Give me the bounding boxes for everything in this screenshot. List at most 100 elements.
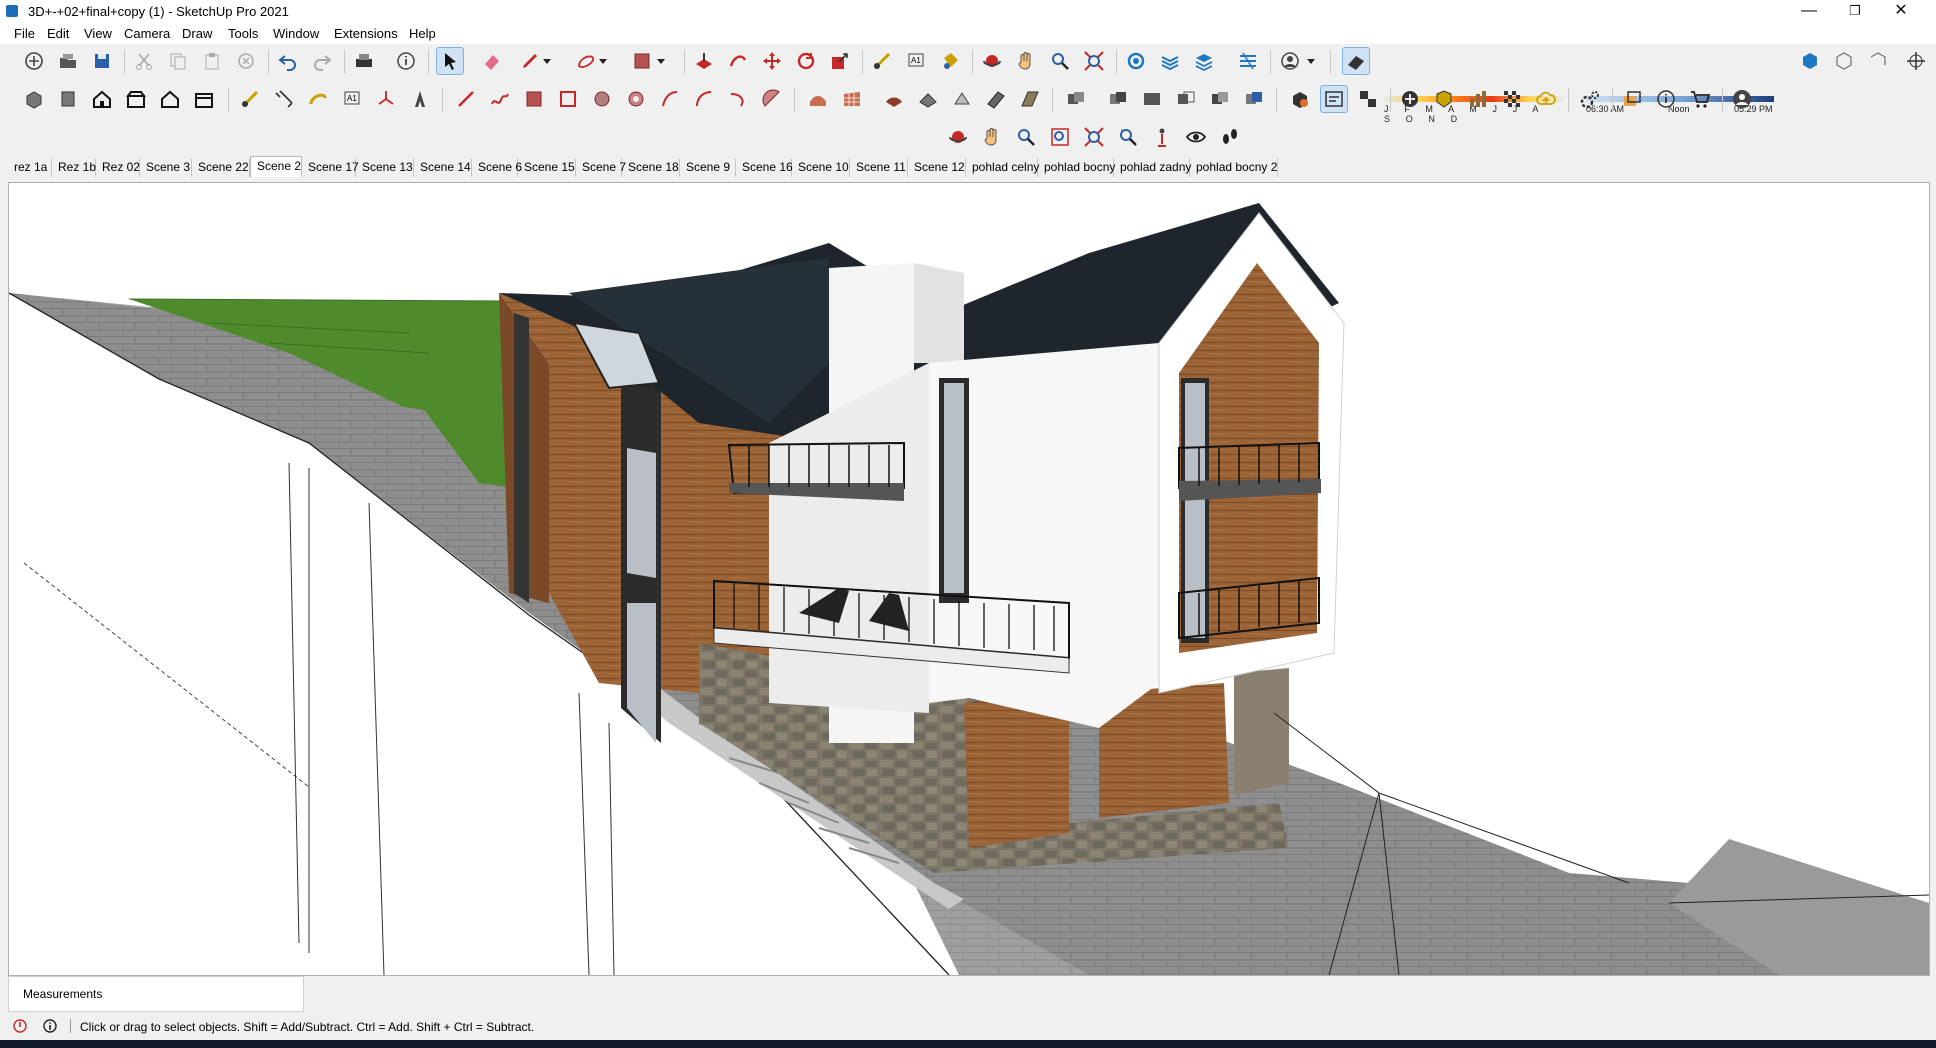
stamp-icon[interactable] [914,85,942,113]
preview-icon[interactable] [1464,85,1492,113]
top-view-icon[interactable] [54,85,82,113]
orbit-icon[interactable] [978,47,1006,75]
scene-tab-pohlad-celny[interactable]: pohlad celny [966,158,1039,177]
select-icon[interactable] [436,47,464,75]
component-icon[interactable] [1354,85,1382,113]
line-icon[interactable] [452,85,480,113]
look-around-icon[interactable] [1182,123,1210,151]
rectangle-dropdown-icon[interactable] [654,47,668,75]
axes-icon[interactable] [372,85,400,113]
follow-me-icon[interactable] [724,47,752,75]
menu-edit[interactable]: Edit [47,26,69,41]
undo-icon[interactable] [274,47,302,75]
move-icon[interactable] [758,47,786,75]
cut-icon[interactable] [130,47,158,75]
shadow-toggle-icon[interactable] [1342,47,1370,75]
xray-icon[interactable] [1830,47,1858,75]
subtract-icon[interactable] [1172,85,1200,113]
scene-tab-scene-6[interactable]: Scene 6 [472,158,522,177]
pan-view-icon[interactable] [978,123,1006,151]
account-icon[interactable] [1728,85,1756,113]
intersect-icon[interactable] [1104,85,1132,113]
close-button[interactable]: ✕ [1878,0,1924,24]
model-info-icon[interactable] [392,47,420,75]
info-status-icon[interactable] [43,1019,57,1033]
extension-manager-icon[interactable] [1320,85,1348,113]
rotate-icon[interactable] [792,47,820,75]
pencil-dropdown-icon[interactable] [540,47,554,75]
scene-tab-scene-7[interactable]: Scene 7 [576,158,626,177]
scene-tab-rez-1a[interactable]: rez 1a [8,158,52,177]
section-icon[interactable] [1156,47,1184,75]
3pt-arc-icon[interactable] [724,85,752,113]
restore-button[interactable]: ❐ [1832,0,1878,24]
scale-icon[interactable] [826,47,854,75]
styles-icon[interactable] [1122,47,1150,75]
new-icon[interactable] [20,47,48,75]
menu-camera[interactable]: Camera [124,26,170,41]
zoom-view-icon[interactable] [1012,123,1040,151]
orbit-view-icon[interactable] [944,123,972,151]
2pt-arc-icon[interactable] [690,85,718,113]
scene-tab-pohlad-bocny[interactable]: pohlad bocny [1038,158,1115,177]
push-pull-icon[interactable] [690,47,718,75]
back-view-icon[interactable] [156,85,184,113]
save-icon[interactable] [88,47,116,75]
3d-text-icon[interactable] [406,85,434,113]
scene-tab-scene-11[interactable]: Scene 11 [850,158,908,177]
scene-tab-rez-1b[interactable]: Rez 1b [52,158,96,177]
scene-tab-rez-02[interactable]: Rez 02 [96,158,140,177]
scene-tab-scene-3[interactable]: Scene 3 [140,158,192,177]
open-icon[interactable] [54,47,82,75]
zoom-icon[interactable] [1046,47,1074,75]
trim-icon[interactable] [1206,85,1234,113]
rectangle-tool-icon[interactable] [520,85,548,113]
scene-tab-scene-14[interactable]: Scene 14 [414,158,472,177]
add-detail-icon[interactable] [982,85,1010,113]
dimension-icon[interactable] [270,85,298,113]
scene-tab-scene-17[interactable]: Scene 17 [302,158,359,177]
protractor-icon[interactable] [304,85,332,113]
drape-icon[interactable] [948,85,976,113]
polygon-icon[interactable] [622,85,650,113]
user-dropdown-icon[interactable] [1304,47,1318,75]
menu-extensions[interactable]: Extensions [334,26,398,41]
scene-tab-scene-9[interactable]: Scene 9 [680,158,736,177]
shape-dropdown-icon[interactable] [596,47,610,75]
measurements-box[interactable]: Measurements [8,976,304,1012]
back-edges-icon[interactable] [1864,47,1892,75]
geo-location-icon[interactable] [1396,85,1424,113]
geo-status-icon[interactable] [13,1019,27,1033]
menu-file[interactable]: File [14,26,35,41]
previous-view-icon[interactable] [1114,123,1142,151]
print-icon[interactable] [350,47,378,75]
scene-tab-pohlad-bocny-2[interactable]: pohlad bocny 2 [1190,158,1278,177]
paint-icon[interactable] [936,47,964,75]
erase-icon[interactable] [232,47,260,75]
tape-measure-icon[interactable] [236,85,264,113]
scene-tab-scene-22[interactable]: Scene 22 [192,158,250,177]
scene-tab-scene-18[interactable]: Scene 18 [622,158,680,177]
zoom-window-icon[interactable] [1046,123,1074,151]
arc-icon[interactable] [656,85,684,113]
text-icon[interactable]: A1 [902,47,930,75]
settings-icon[interactable] [1576,85,1604,113]
scene-tab-scene-16[interactable]: Scene 16 [736,158,793,177]
scene-tab-scene-10[interactable]: Scene 10 [792,158,850,177]
cloud-icon[interactable] [1532,85,1560,113]
iso-view-icon[interactable] [20,85,48,113]
left-view-icon[interactable] [190,85,218,113]
cart-icon[interactable] [1686,85,1714,113]
scene-tab-scene-15[interactable]: Scene 15 [518,158,576,177]
eraser-icon[interactable] [478,47,506,75]
smoove-icon[interactable] [880,85,908,113]
outer-shell-icon[interactable] [1062,85,1090,113]
circle-icon[interactable] [588,85,616,113]
axes-view-icon[interactable] [1902,47,1930,75]
pie-icon[interactable] [758,85,786,113]
minimize-button[interactable]: — [1786,0,1832,24]
paste-icon[interactable] [198,47,226,75]
tape-icon[interactable] [868,47,896,75]
union-icon[interactable] [1138,85,1166,113]
split-icon[interactable] [1240,85,1268,113]
